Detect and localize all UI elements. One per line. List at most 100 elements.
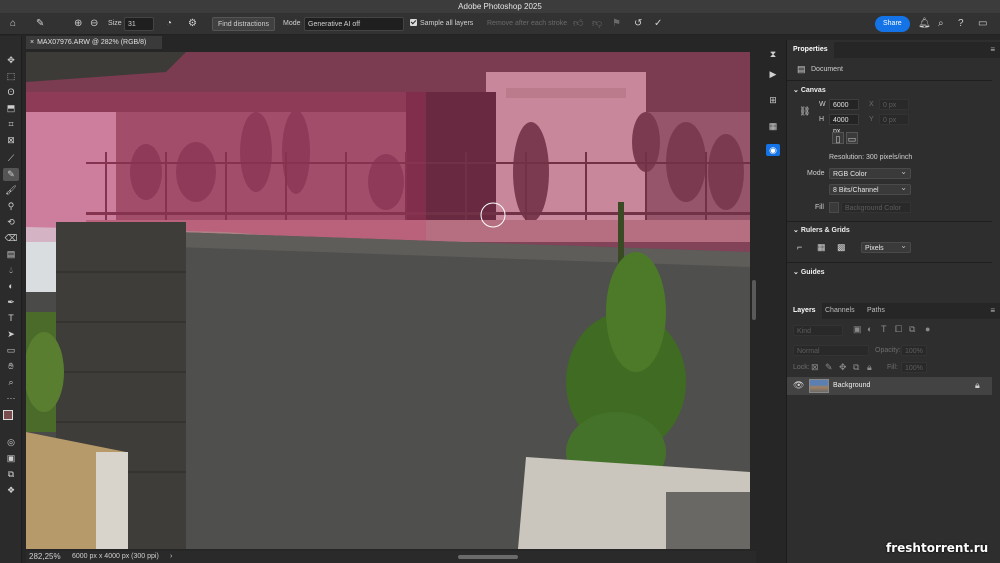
settings-gear-icon[interactable]: ⚙ <box>188 17 197 31</box>
eyedropper-icon[interactable]: ⟋ <box>3 152 19 165</box>
libraries-icon[interactable]: ▦ <box>766 120 780 132</box>
marquee-icon[interactable]: ⬚ <box>3 70 19 83</box>
units-select[interactable]: Pixels <box>861 240 911 253</box>
blur-icon[interactable]: 💧︎ <box>3 264 19 277</box>
sample-all-layers-checkbox[interactable]: Sample all layers <box>410 17 473 31</box>
shape-icon[interactable]: ▭ <box>3 344 19 357</box>
gradient-icon[interactable]: ▤ <box>3 248 19 261</box>
filter-type-icon[interactable]: T <box>881 324 887 334</box>
lasso-icon[interactable]: ʘ <box>3 86 19 99</box>
screen-mode-icon[interactable]: ▣ <box>3 452 19 465</box>
lock-all-icon[interactable]: 🔒︎ <box>867 362 872 373</box>
dodge-icon[interactable]: ◐ <box>3 280 19 293</box>
height-input[interactable]: 4000 px <box>829 114 859 135</box>
link-dimensions-icon[interactable]: ⛓ <box>799 106 810 117</box>
document-canvas[interactable] <box>26 52 750 549</box>
thumbs-down-icon[interactable]: 👎︎ <box>592 17 602 31</box>
layer-kind-filter[interactable]: Kind <box>793 325 843 336</box>
notifications-bell-icon[interactable]: 🔔︎ <box>918 17 931 31</box>
more-tools-icon[interactable]: ··· <box>3 392 19 405</box>
canvas-section-header[interactable]: ⌄ Canvas <box>793 86 826 94</box>
find-distractions-button[interactable]: Find distractions <box>212 17 275 31</box>
landscape-orientation-icon[interactable]: ▭ <box>846 132 858 144</box>
pressure-icon[interactable]: ◔ <box>166 17 172 31</box>
add-mode-icon[interactable]: ⊕ <box>74 17 82 31</box>
panel-menu-icon[interactable]: ≡ <box>990 42 995 58</box>
pen-icon[interactable]: ✒ <box>3 296 19 309</box>
remove-tool-preset-icon[interactable]: ✎ <box>36 17 44 31</box>
contextual-bar-icon[interactable]: ⧉ <box>3 468 19 481</box>
generative-icon[interactable]: ❖ <box>3 484 19 497</box>
foreground-color-swatch[interactable] <box>3 410 13 420</box>
pixel-grid-icon[interactable]: ▩ <box>837 242 846 253</box>
eye-visibility-icon[interactable]: 👁︎ <box>793 380 804 391</box>
horizontal-scrollbar[interactable] <box>458 555 518 559</box>
blend-mode-select[interactable]: Normal <box>793 345 869 356</box>
lock-artboard-icon[interactable]: ⧉ <box>853 362 859 373</box>
portrait-orientation-icon[interactable]: ▯ <box>832 132 844 144</box>
mode-select[interactable]: Generative AI off <box>304 17 404 31</box>
filter-smart-object-icon[interactable]: ⧉ <box>909 324 915 335</box>
lock-pixels-icon[interactable]: ✎ <box>825 362 833 373</box>
fill-select[interactable]: Background Color <box>841 202 911 213</box>
lock-position-icon[interactable]: ✥ <box>839 362 847 373</box>
stamp-icon[interactable]: ⚲ <box>3 200 19 213</box>
type-icon[interactable]: T <box>3 312 19 325</box>
tab-paths[interactable]: Paths <box>861 303 891 319</box>
path-select-icon[interactable]: ➤ <box>3 328 19 341</box>
lock-transparency-icon[interactable]: ⊠ <box>811 362 819 373</box>
vertical-scrollbar[interactable] <box>752 280 756 320</box>
panel-menu-icon[interactable]: ≡ <box>990 303 995 319</box>
hand-icon[interactable]: ✋︎ <box>3 360 19 373</box>
commit-check-icon[interactable]: ✓ <box>654 17 662 31</box>
bit-depth-select[interactable]: 8 Bits/Channel <box>829 182 911 195</box>
tab-layers[interactable]: Layers <box>787 303 822 319</box>
x-input[interactable]: 0 px <box>879 99 909 110</box>
document-tab[interactable]: × MAX07976.ARW @ 282% (RGB/8) <box>26 36 162 49</box>
filter-shape-icon[interactable]: ⧠ <box>895 324 902 335</box>
tab-properties[interactable]: Properties <box>787 42 834 58</box>
move-icon[interactable]: ✥ <box>3 54 19 67</box>
close-tab-icon[interactable]: × <box>30 39 34 46</box>
flag-icon[interactable]: ⚑ <box>612 17 621 31</box>
filter-pixel-icon[interactable]: ▣ <box>853 324 862 335</box>
search-icon[interactable]: ⌕ <box>938 17 944 31</box>
zoom-level[interactable]: 282,25% <box>29 551 61 563</box>
remove-after-stroke-option[interactable]: Remove after each stroke <box>487 17 567 31</box>
layer-row[interactable]: 👁︎ Background 🔒︎ <box>787 377 992 395</box>
remove-tool-icon[interactable]: ✎ <box>3 168 19 181</box>
rulers-grids-section-header[interactable]: ⌄ Rulers & Grids <box>793 226 850 234</box>
workspace-icon[interactable]: ▭ <box>978 17 987 31</box>
actions-play-icon[interactable]: ▶ <box>766 68 780 80</box>
history-panel-icon[interactable]: ⧗ <box>766 48 780 60</box>
opacity-input[interactable]: 100% <box>901 345 927 356</box>
fill-swatch[interactable] <box>829 202 839 213</box>
guides-section-header[interactable]: ⌄ Guides <box>793 268 825 276</box>
thumbs-up-icon[interactable]: 👍︎ <box>573 17 583 31</box>
adjustments-icon[interactable]: ⊞ <box>766 94 780 106</box>
history-brush-icon[interactable]: ⟲ <box>3 216 19 229</box>
chevron-right-icon[interactable]: › <box>170 551 172 563</box>
width-input[interactable]: 6000 px <box>829 99 859 120</box>
home-icon[interactable]: ⌂ <box>10 17 16 31</box>
quick-mask-icon[interactable]: ◎ <box>3 436 19 449</box>
ruler-icon[interactable]: ⌐ <box>797 242 802 252</box>
fill-opacity-input[interactable]: 100% <box>901 362 927 373</box>
undo-icon[interactable]: ↺ <box>634 17 642 31</box>
filter-adjustment-icon[interactable]: ◐ <box>867 324 872 334</box>
crop-icon[interactable]: ⌗ <box>3 118 19 131</box>
zoom-icon[interactable]: ⌕ <box>3 376 19 389</box>
eraser-icon[interactable]: ⌫ <box>3 232 19 245</box>
object-select-icon[interactable]: ⬒ <box>3 102 19 115</box>
y-input[interactable]: 0 px <box>879 114 909 125</box>
grid-icon[interactable]: ▦ <box>817 242 826 253</box>
size-input[interactable]: 31 <box>124 17 154 31</box>
properties-panel-icon[interactable]: ◉ <box>766 144 780 156</box>
filter-toggle-icon[interactable]: ● <box>925 324 930 334</box>
help-icon[interactable]: ? <box>958 17 964 31</box>
color-mode-select[interactable]: RGB Color <box>829 166 911 179</box>
tab-channels[interactable]: Channels <box>819 303 861 319</box>
subtract-mode-icon[interactable]: ⊖ <box>90 17 98 31</box>
share-button[interactable]: Share <box>875 16 910 32</box>
brush-icon[interactable]: 🖌︎ <box>3 184 19 197</box>
